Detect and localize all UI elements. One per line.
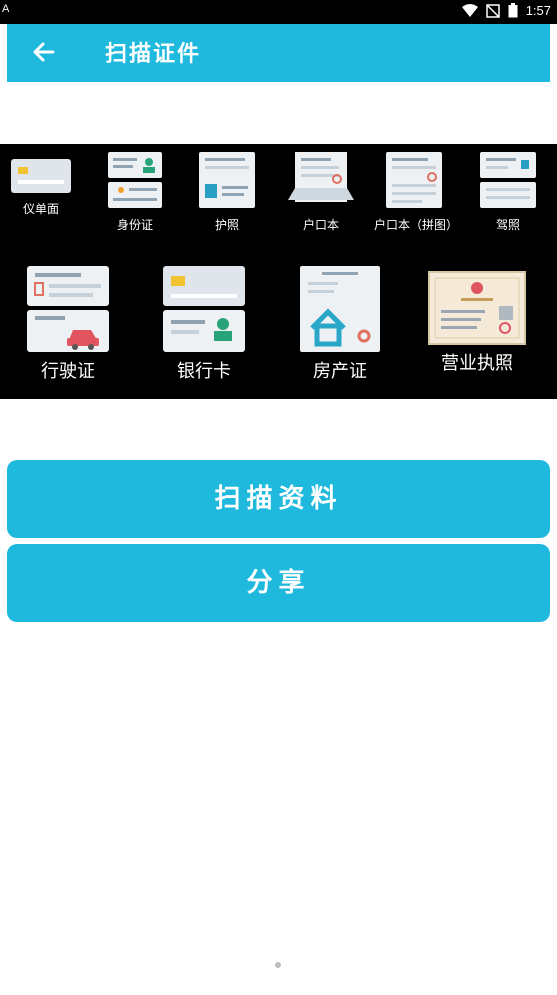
- doc-label: 户口本（拼图）: [374, 218, 459, 232]
- passport-icon: [199, 152, 255, 208]
- doc-passport[interactable]: 护照: [192, 150, 262, 233]
- card-icon: [11, 159, 71, 193]
- doc-label: 房产证: [313, 361, 367, 382]
- bank-card-icon: [163, 266, 245, 352]
- doc-single-side[interactable]: 仪单面: [4, 156, 78, 217]
- scan-button[interactable]: 扫描资料: [7, 460, 550, 538]
- driver-license-icon: [480, 152, 536, 208]
- doc-label: 银行卡: [177, 361, 231, 382]
- no-signal-icon: [485, 3, 500, 18]
- doc-label: 身份证: [116, 218, 153, 232]
- doc-bank-card[interactable]: 银行卡: [156, 264, 252, 382]
- doc-id-card[interactable]: 身份证: [99, 150, 171, 233]
- wifi-icon: [461, 3, 478, 17]
- doc-vehicle-license[interactable]: 行驶证: [18, 264, 118, 382]
- doc-label: 营业执照: [441, 353, 513, 374]
- document-type-panel: 仪单面 身份证 护照 户口本 户口本（拼图） 驾照 行驶证 银行卡 房产证 营业…: [0, 144, 557, 399]
- household-book-icon: [288, 152, 354, 202]
- doc-driver-license[interactable]: 驾照: [474, 150, 542, 233]
- status-bar: A 1:57: [0, 0, 557, 24]
- doc-business-license[interactable]: 营业执照: [420, 270, 534, 374]
- battery-icon: [508, 3, 518, 18]
- doc-household-book[interactable]: 户口本: [284, 150, 358, 233]
- page-title: 扫描证件: [105, 42, 202, 67]
- id-card-icon: [108, 152, 162, 208]
- clock: 1:57: [525, 3, 551, 18]
- back-arrow-icon[interactable]: [29, 37, 59, 67]
- app-header: 扫描证件: [7, 24, 550, 82]
- business-license-icon: [428, 271, 526, 345]
- household-book-merge-icon: [386, 152, 442, 208]
- doc-label: 仪单面: [22, 202, 59, 216]
- nav-indicator-dot: [275, 962, 281, 968]
- share-button[interactable]: 分享: [7, 544, 550, 622]
- doc-label: 驾照: [495, 218, 520, 232]
- status-left-label: A: [2, 3, 10, 15]
- doc-household-book-merge[interactable]: 户口本（拼图）: [374, 150, 459, 233]
- doc-label: 户口本: [302, 218, 339, 232]
- doc-property-cert[interactable]: 房产证: [292, 264, 388, 382]
- doc-label: 行驶证: [41, 361, 95, 382]
- doc-label: 护照: [214, 218, 239, 232]
- vehicle-license-icon: [27, 266, 109, 352]
- property-cert-icon: [300, 266, 380, 352]
